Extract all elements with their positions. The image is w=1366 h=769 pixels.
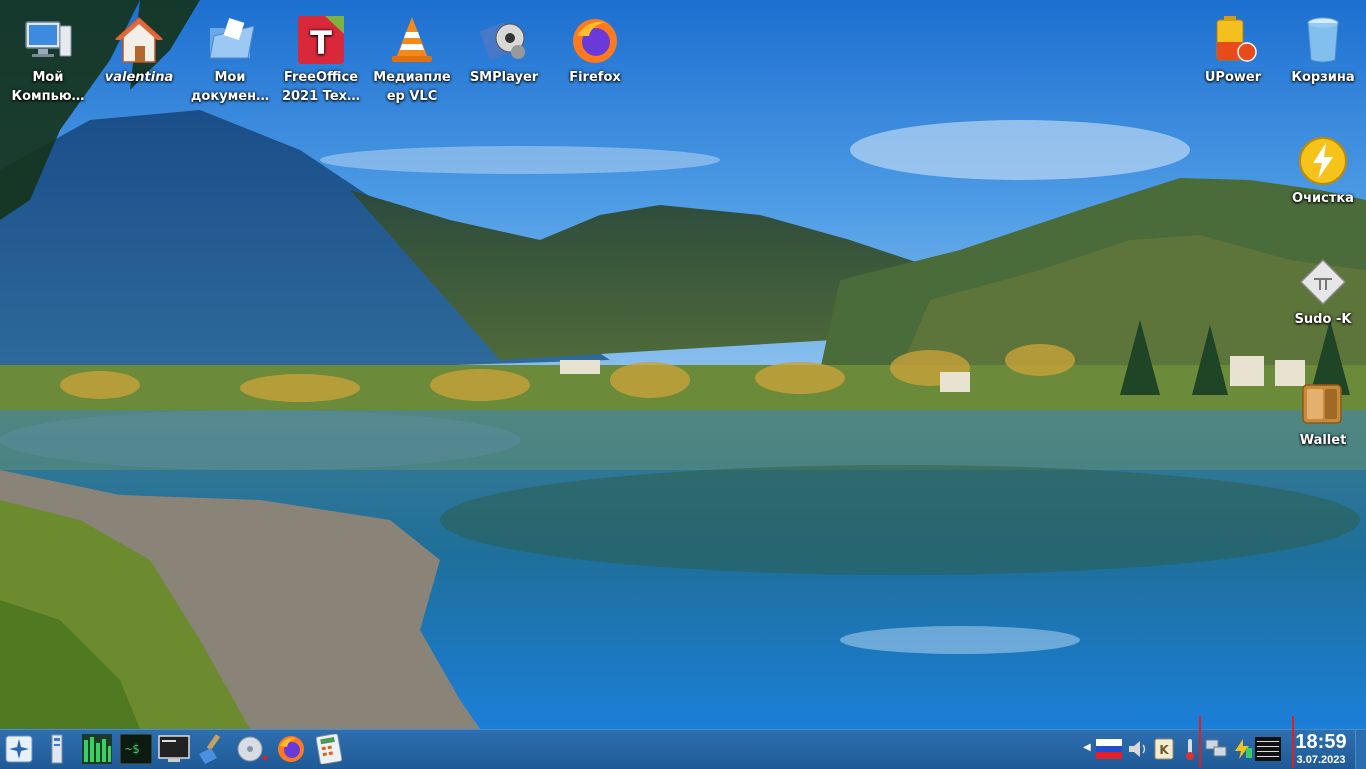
wallet-icon	[1302, 384, 1342, 424]
svg-text:K: K	[1159, 743, 1169, 757]
cleanup-icon	[1299, 137, 1347, 185]
network-icon	[1205, 739, 1227, 757]
network-indicator[interactable]	[1203, 735, 1229, 763]
desktop-icon-label: Очистка	[1292, 191, 1354, 206]
desktop-icon-my-computer[interactable]: Мой Компью…	[4, 14, 92, 106]
system-monitor-icon	[82, 734, 112, 764]
desktop-icon-firefox[interactable]: Firefox	[551, 14, 639, 87]
power-icon	[1235, 739, 1252, 759]
desktop-icon-label: UPower	[1204, 70, 1262, 85]
start-menu-button[interactable]	[3, 733, 35, 765]
cpu-graph-indicator[interactable]	[1255, 735, 1281, 763]
desktop-icon-label: valentina	[104, 70, 174, 85]
desktop-icon-home[interactable]: valentina	[95, 14, 183, 87]
desktop-icon-label: Sudo -K	[1294, 312, 1352, 327]
desktop-icon-label: Wallet	[1299, 433, 1347, 448]
file-manager-button[interactable]	[41, 733, 73, 765]
documents-folder-icon	[209, 17, 255, 59]
svg-text:T: T	[310, 24, 332, 62]
desktop-icon-label: SMPlayer	[469, 70, 539, 85]
red-marker-line	[1199, 716, 1201, 768]
firefox-icon	[278, 736, 304, 762]
show-desktop-button[interactable]	[1355, 730, 1366, 769]
disk-button[interactable]	[236, 733, 268, 765]
computer-icon	[25, 21, 72, 57]
trash-icon	[1307, 17, 1339, 63]
home-folder-icon	[115, 16, 163, 63]
volume-control[interactable]	[1125, 735, 1151, 763]
svg-text:~$: ~$	[125, 742, 139, 756]
console-icon	[158, 735, 190, 762]
disk-icon	[237, 736, 268, 762]
firefox-taskbar-button[interactable]	[275, 733, 307, 765]
system-monitor-button[interactable]	[81, 733, 113, 765]
desktop-icon-label: FreeOffice 2021 Tex…	[281, 70, 361, 104]
desktop-icon-label: Мои докумен…	[190, 70, 270, 104]
desktop-icon-freeoffice[interactable]: T FreeOffice 2021 Tex…	[277, 14, 365, 106]
keyboard-k-icon: K	[1154, 738, 1174, 760]
language-indicator[interactable]	[1096, 735, 1122, 763]
terminal-button[interactable]: ~$	[120, 733, 152, 765]
firefox-icon	[573, 19, 617, 63]
terminal-icon: ~$	[120, 734, 152, 764]
keyboard-layout-indicator[interactable]: K	[1151, 735, 1177, 763]
console-button[interactable]	[158, 733, 190, 765]
freeoffice-textmaker-icon: T	[298, 16, 344, 64]
desktop-icon-cleanup[interactable]: Очистка	[1279, 135, 1366, 208]
desktop-icon-label: Firefox	[569, 70, 621, 85]
cpu-graph-icon	[1255, 737, 1281, 761]
desktop-icon-smplayer[interactable]: SMPlayer	[460, 14, 548, 87]
vlc-icon	[392, 17, 432, 62]
taskbar: ~$ ◀ K 18:59 3.07.2023	[0, 729, 1366, 769]
thermometer-icon	[1186, 739, 1194, 760]
volume-icon	[1129, 741, 1146, 757]
desktop-icon-label: Медиапле ер VLC	[373, 70, 451, 104]
desktop-icon-documents[interactable]: Мои докумен…	[186, 14, 274, 106]
cleaner-brush-icon	[199, 734, 221, 764]
calculator-button[interactable]	[313, 733, 345, 765]
start-menu-icon	[5, 735, 33, 763]
calculator-icon	[316, 734, 342, 764]
desktop-icon-label: Мой Компью…	[11, 70, 85, 104]
desktop-icon-wallet[interactable]: Wallet	[1279, 377, 1366, 450]
desktop-icon-sudo[interactable]: Sudo -K	[1279, 256, 1366, 329]
smplayer-icon	[480, 23, 525, 59]
battery-icon	[1216, 16, 1257, 62]
tray-expand-arrow[interactable]: ◀	[1083, 742, 1091, 753]
power-indicator[interactable]	[1229, 735, 1255, 763]
red-marker-line	[1292, 716, 1294, 768]
desktop-icon-vlc[interactable]: Медиапле ер VLC	[368, 14, 456, 106]
clock-date[interactable]: 3.07.2023	[1289, 754, 1353, 766]
russia-flag-icon	[1096, 739, 1122, 759]
cleaner-brush-button[interactable]	[196, 733, 228, 765]
sudo-icon	[1299, 258, 1347, 306]
desktop-icon-label: Корзина	[1291, 70, 1355, 85]
desktop-icon-upower[interactable]: UPower	[1189, 14, 1277, 87]
file-manager-icon	[51, 734, 63, 764]
clock-time[interactable]: 18:59	[1291, 731, 1351, 754]
desktop-icon-trash[interactable]: Корзина	[1279, 14, 1366, 87]
desktop-wallpaper	[0, 0, 1366, 729]
